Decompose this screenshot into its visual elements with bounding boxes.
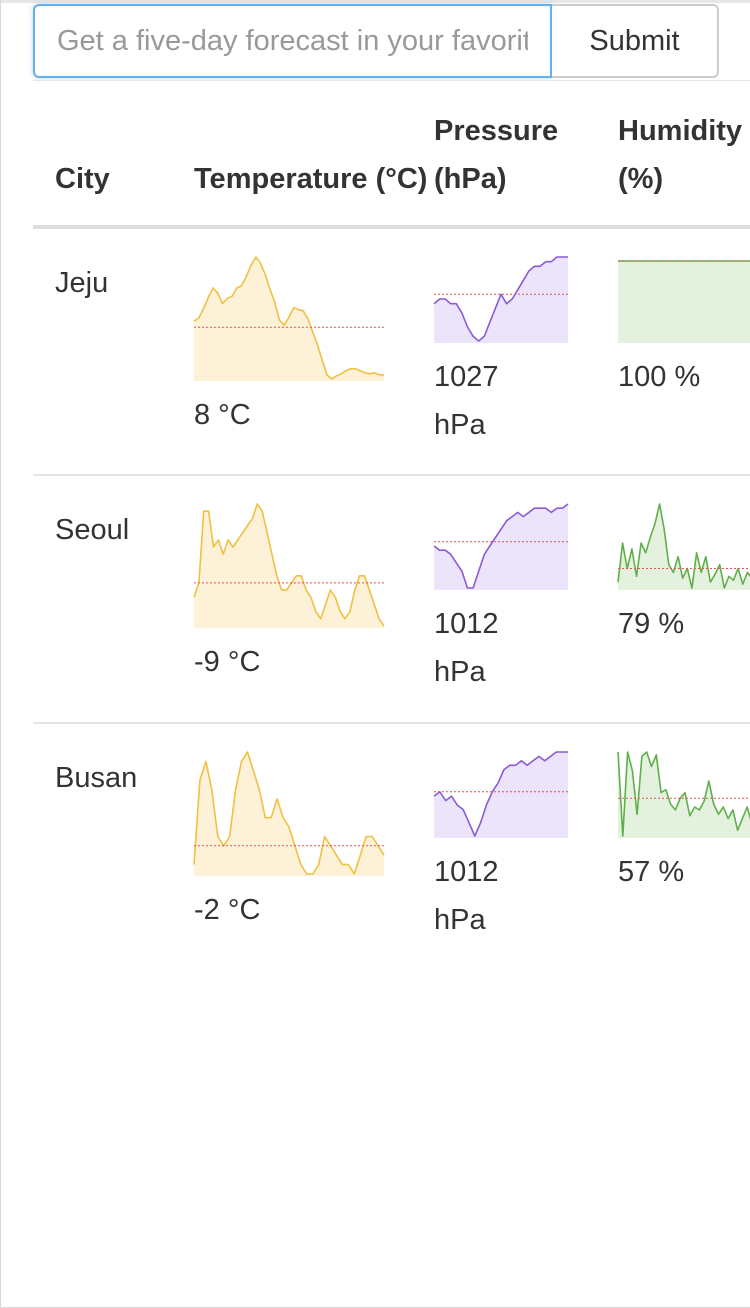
temperature-cell: 8 °C — [193, 227, 434, 476]
top-border — [1, 0, 750, 3]
pressure-sparkline — [433, 503, 569, 590]
column-header-pressure: Pressure (hPa) — [434, 81, 618, 229]
column-header-temperature: Temperature (°C) — [194, 81, 434, 229]
pressure-number: 1027 — [434, 361, 499, 393]
temperature-area-fill — [194, 752, 384, 876]
humidity-sparkline — [618, 260, 750, 343]
temperature-value: -9 °C — [194, 646, 261, 678]
pressure-sparkline — [433, 256, 568, 343]
table-header-row: City Temperature (°C) Pressure (hPa) Hum… — [33, 81, 750, 229]
city-cell: Busan — [33, 723, 194, 971]
pressure-number: 1012 — [434, 856, 499, 888]
temperature-area-fill — [194, 257, 384, 381]
temperature-value: -2 °C — [194, 894, 261, 926]
humidity-value: 57 % — [618, 856, 685, 888]
temperature-sparkline — [193, 751, 385, 876]
forecast-table-container: City Temperature (°C) Pressure (hPa) Hum… — [33, 80, 750, 971]
temperature-sparkline — [193, 256, 384, 381]
temperature-cell: -2 °C — [193, 723, 434, 971]
search-form: Submit — [33, 4, 719, 78]
pressure-unit: hPa — [434, 409, 486, 441]
pressure-unit: hPa — [434, 904, 486, 936]
city-name: Busan — [55, 762, 138, 794]
city-cell: Jeju — [33, 227, 194, 476]
forecast-table: City Temperature (°C) Pressure (hPa) Hum… — [33, 81, 750, 971]
column-header-city: City — [33, 81, 194, 229]
temperature-area-fill — [194, 504, 384, 628]
humidity-cell: 79 % — [617, 475, 750, 724]
city-name: Seoul — [55, 514, 130, 546]
temperature-cell: -9 °C — [193, 475, 434, 724]
pressure-cell: 1012 hPa — [433, 723, 618, 971]
pressure-area-fill — [434, 504, 568, 590]
table-row: Jeju 8 °C 1027 hPa 100 % — [33, 227, 750, 476]
humidity-cell: 57 % — [617, 723, 750, 971]
submit-button[interactable]: Submit — [552, 4, 719, 78]
pressure-value: 1027 hPa — [434, 353, 618, 449]
city-cell: Seoul — [33, 475, 194, 724]
city-name: Jeju — [55, 267, 109, 299]
city-search-input[interactable] — [33, 4, 552, 78]
pressure-value: 1012 hPa — [434, 848, 618, 944]
pressure-value: 1012 hPa — [434, 600, 618, 696]
humidity-sparkline — [617, 503, 750, 590]
table-row: Busan -2 °C 1012 hPa 57 % — [33, 723, 750, 971]
humidity-value: 79 % — [618, 608, 685, 640]
humidity-cell: 100 % — [618, 227, 750, 476]
humidity-area-fill — [618, 261, 750, 343]
temperature-value: 8 °C — [194, 399, 251, 431]
pressure-cell: 1027 hPa — [433, 227, 618, 476]
pressure-sparkline — [433, 751, 568, 838]
pressure-number: 1012 — [434, 608, 499, 640]
table-row: Seoul -9 °C 1012 hPa 79 % — [33, 475, 750, 724]
humidity-value: 100 % — [618, 361, 701, 393]
column-header-humidity: Humidity (%) — [618, 81, 750, 229]
pressure-area-fill — [434, 752, 568, 838]
pressure-cell: 1012 hPa — [433, 475, 618, 724]
humidity-sparkline — [617, 751, 750, 838]
pressure-area-fill — [434, 257, 568, 343]
pressure-unit: hPa — [434, 656, 486, 688]
temperature-sparkline — [193, 503, 385, 628]
